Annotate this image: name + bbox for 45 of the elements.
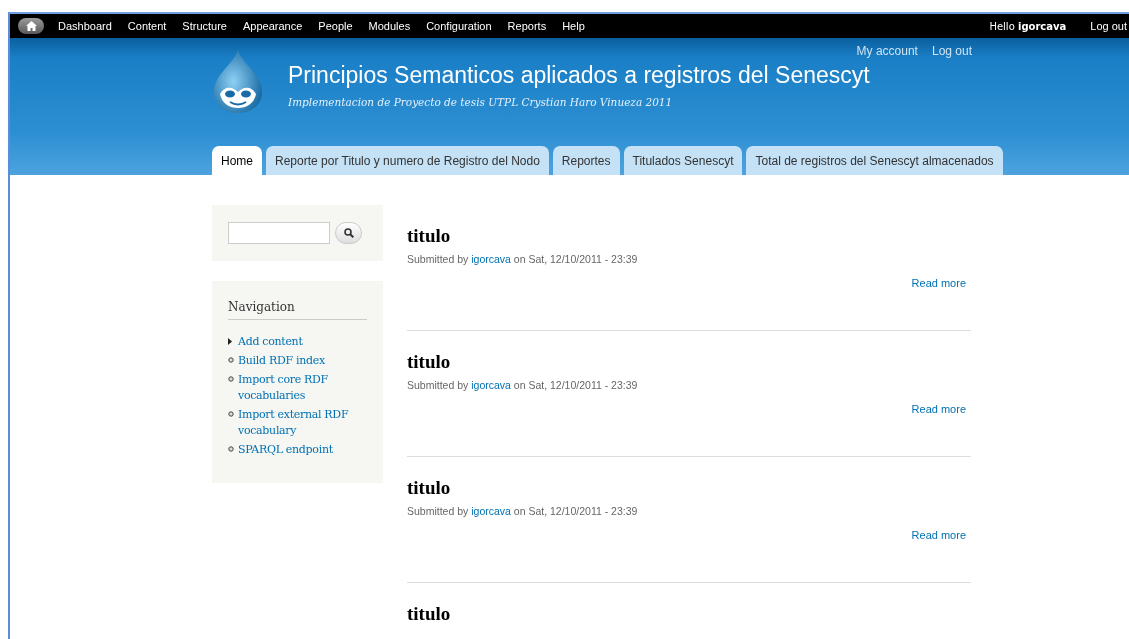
submitted-info: Submitted by igorcava on Sat, 12/10/2011 - 23:39: [407, 379, 638, 391]
post-title[interactable]: titulo: [407, 351, 971, 373]
read-more-link[interactable]: Read more: [911, 529, 966, 541]
menu-tab[interactable]: Home: [212, 146, 262, 175]
nav-link[interactable]: Import core RDF vocabularies: [238, 372, 367, 404]
toolbar-link[interactable]: Reports: [499, 20, 555, 32]
submitted-info: Submitted by igorcava on Sat, 12/10/2011 - 23:39: [407, 253, 638, 265]
site-name[interactable]: Principios Semanticos aplicados a registros del Senescyt: [288, 62, 870, 89]
drop-logo-icon[interactable]: [212, 50, 264, 114]
secondary-menu-link[interactable]: My account: [856, 44, 918, 58]
nav-link[interactable]: Build RDF index: [238, 353, 325, 369]
toolbar-link[interactable]: Dashboard: [50, 20, 120, 32]
site-slogan: Implementacion de Proyecto de tesis UTPL Crystian Haro Vinueza 2011: [288, 96, 674, 108]
search-button[interactable]: [335, 222, 362, 244]
toolbar-link[interactable]: Appearance: [235, 20, 311, 32]
home-button[interactable]: [18, 18, 44, 34]
menu-tab[interactable]: Reportes: [552, 146, 620, 175]
post-title[interactable]: titulo: [407, 477, 971, 499]
read-more-link[interactable]: Read more: [911, 277, 966, 289]
menu-tab[interactable]: Total de registros del Senescyt almacenados: [746, 146, 1003, 175]
author-link[interactable]: igorcava: [471, 505, 511, 517]
toolbar-link[interactable]: Content: [119, 20, 175, 32]
home-icon: [25, 21, 37, 31]
user-greeting: Hello igorcava: [989, 20, 1067, 32]
nav-link[interactable]: Import external RDF vocabulary: [238, 407, 367, 439]
post-title[interactable]: titulo: [407, 225, 971, 247]
menu-tab[interactable]: Titulados Senescyt: [623, 146, 743, 175]
toolbar-link[interactable]: Help: [554, 20, 593, 32]
author-link[interactable]: igorcava: [471, 253, 511, 265]
submitted-info: Submitted by igorcava on Sat, 12/10/2011 - 23:39: [407, 505, 638, 517]
nav-link[interactable]: SPARQL endpoint: [238, 442, 333, 458]
block-title: Navigation: [228, 300, 367, 320]
read-more-link[interactable]: Read more: [911, 403, 966, 415]
menu-tab[interactable]: Reporte por Titulo y numero de Registro del Nodo: [266, 146, 549, 175]
secondary-menu-link[interactable]: Log out: [931, 44, 972, 58]
logout-link[interactable]: Log out: [1082, 20, 1129, 32]
post-title[interactable]: titulo: [407, 603, 971, 625]
nav-link[interactable]: Add content: [238, 334, 303, 350]
toolbar-link[interactable]: Structure: [174, 20, 235, 32]
toolbar-link[interactable]: People: [310, 20, 361, 32]
author-link[interactable]: igorcava: [471, 379, 511, 391]
toolbar-link[interactable]: Configuration: [418, 20, 500, 32]
toolbar-link[interactable]: Modules: [360, 20, 419, 32]
search-icon: [343, 228, 354, 238]
search-field[interactable]: [228, 222, 330, 244]
